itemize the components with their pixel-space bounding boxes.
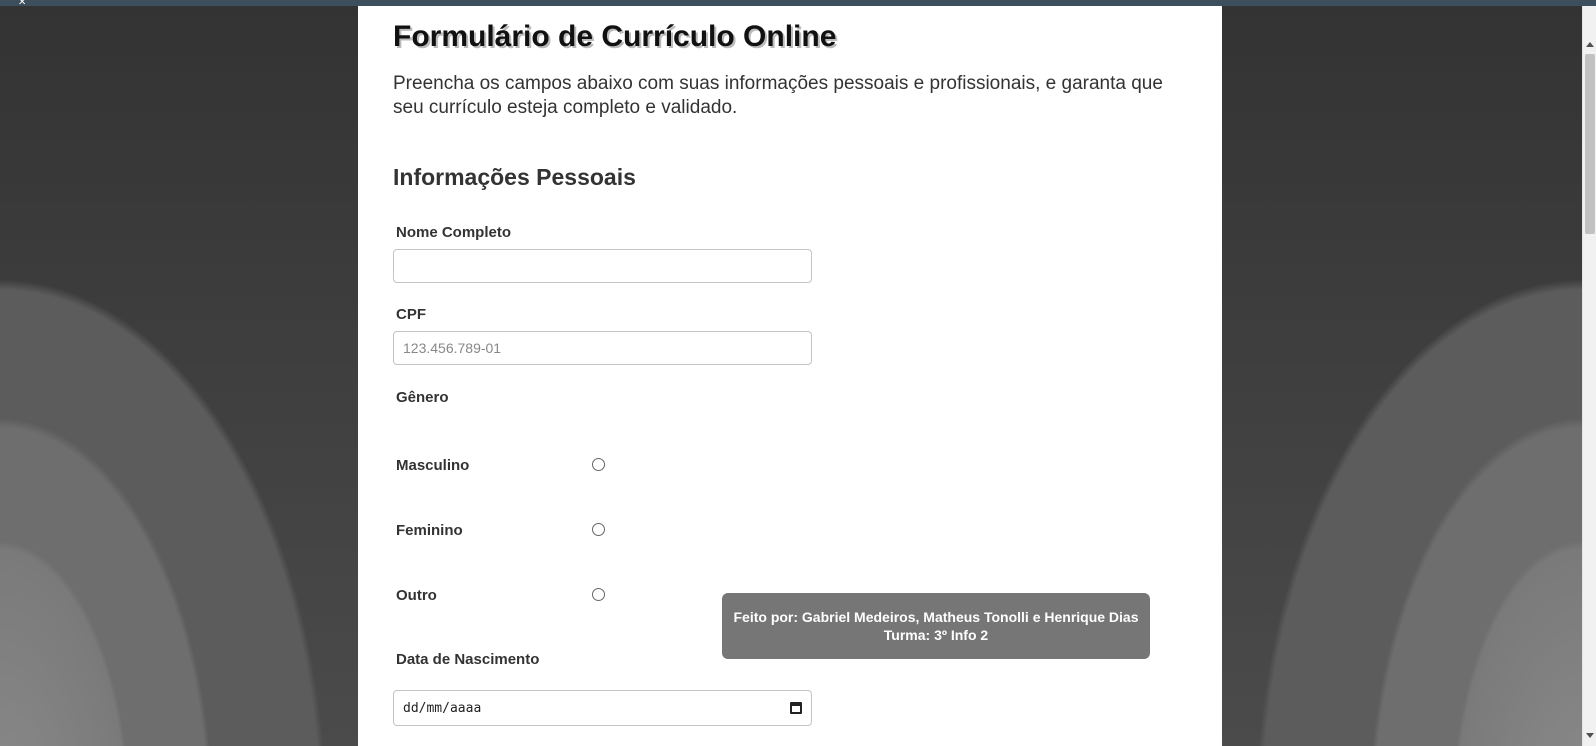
gender-option-feminino-label: Feminino xyxy=(396,522,463,539)
gender-option-masculino-label: Masculino xyxy=(396,457,470,474)
credits-class: Turma: 3º Info 2 xyxy=(883,627,989,643)
gender-option-outro-label: Outro xyxy=(396,587,437,604)
full-name-input[interactable] xyxy=(393,249,812,283)
full-name-label: Nome Completo xyxy=(396,224,512,241)
birth-date-placeholder: dd/mm/aaaa xyxy=(403,700,482,716)
section-title-personal-info: Informações Pessoais xyxy=(393,164,636,190)
gender-radio-feminino[interactable] xyxy=(592,523,605,536)
cpf-label: CPF xyxy=(396,306,426,323)
form-panel: Formulário de Currículo Online Preencha … xyxy=(358,6,1222,746)
credits-authors: Feito por: Gabriel Medeiros, Matheus Ton… xyxy=(733,609,1139,625)
background-right-decoration xyxy=(1222,6,1582,746)
gender-radio-masculino[interactable] xyxy=(592,458,605,471)
vertical-scrollbar[interactable] xyxy=(1582,6,1596,746)
background-left-decoration xyxy=(0,6,358,746)
gender-radio-outro[interactable] xyxy=(592,588,605,601)
scrollbar-thumb[interactable] xyxy=(1585,54,1595,234)
calendar-icon[interactable] xyxy=(790,702,802,714)
intro-text: Preencha os campos abaixo com suas infor… xyxy=(393,73,1163,118)
credits-box: Feito por: Gabriel Medeiros, Matheus Ton… xyxy=(722,593,1150,659)
gender-label: Gênero xyxy=(396,389,449,406)
scroll-down-arrow-icon[interactable] xyxy=(1586,733,1594,738)
cpf-input[interactable] xyxy=(393,331,812,365)
scroll-up-arrow-icon[interactable] xyxy=(1586,42,1594,47)
birth-date-label: Data de Nascimento xyxy=(396,651,540,668)
birth-date-input[interactable]: dd/mm/aaaa xyxy=(393,690,812,726)
page-title: Formulário de Currículo Online xyxy=(393,20,837,53)
